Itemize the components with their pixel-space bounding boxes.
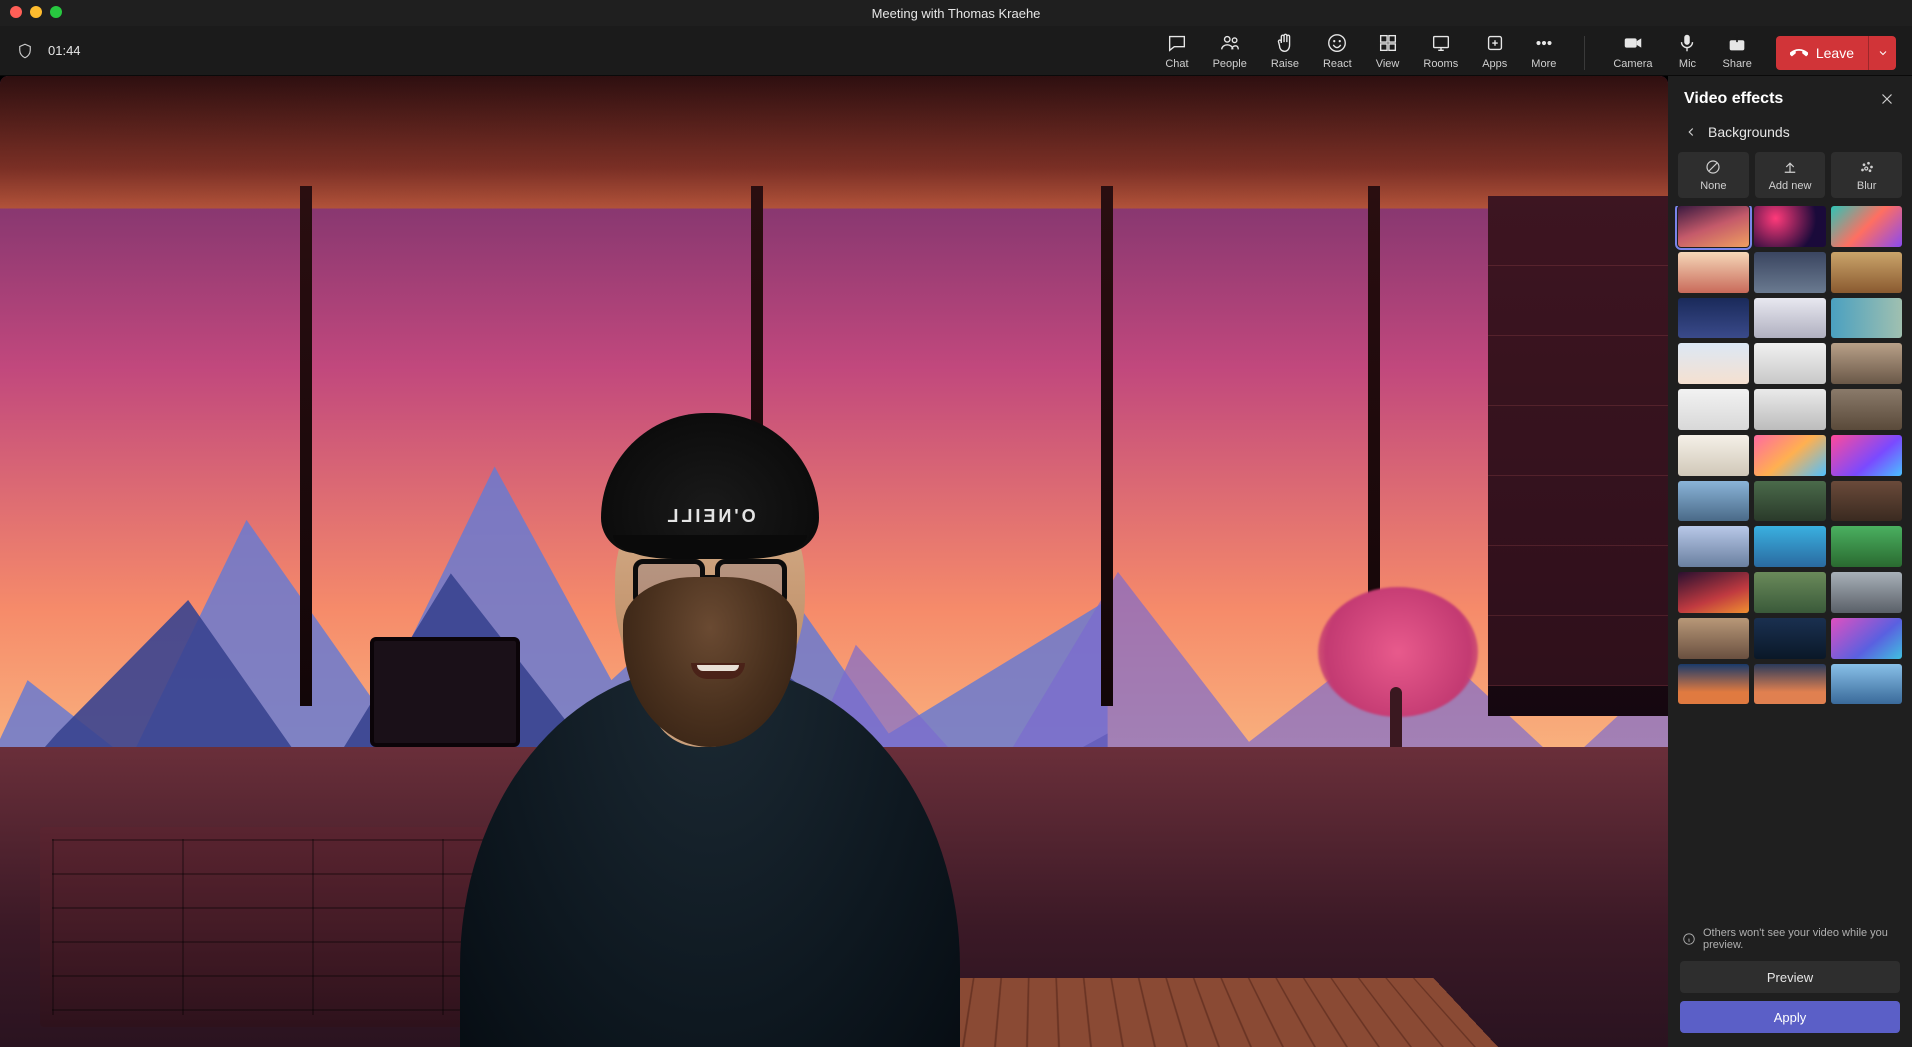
info-icon [1682,932,1696,946]
breadcrumb-back[interactable]: Backgrounds [1668,118,1912,152]
background-thumbnail[interactable] [1831,618,1902,659]
background-none-button[interactable]: None [1678,152,1749,198]
breadcrumb-label: Backgrounds [1708,124,1790,140]
video-stage: O'NEILL [0,76,1668,1047]
background-thumbnail[interactable] [1754,572,1825,613]
people-button[interactable]: People [1213,32,1247,70]
background-thumbnail[interactable] [1678,526,1749,567]
close-panel-button[interactable] [1878,90,1896,108]
background-thumbnail[interactable] [1678,389,1749,430]
shield-icon[interactable] [16,42,34,60]
background-thumbnail[interactable] [1678,252,1749,293]
window-traffic-lights [10,6,62,18]
background-thumbnail[interactable] [1678,435,1749,476]
preview-button[interactable]: Preview [1680,961,1900,993]
rooms-button[interactable]: Rooms [1423,32,1458,70]
background-thumbnail[interactable] [1831,481,1902,522]
background-thumbnail[interactable] [1831,343,1902,384]
meeting-timer: 01:44 [48,43,81,58]
apps-icon [1484,32,1506,54]
background-thumbnail[interactable] [1678,481,1749,522]
video-effects-panel: Video effects Backgrounds None Add new B… [1668,76,1912,1047]
close-window-icon[interactable] [10,6,22,18]
background-thumbnail[interactable] [1678,298,1749,339]
background-thumbnail[interactable] [1678,572,1749,613]
background-thumbnail[interactable] [1831,389,1902,430]
background-thumbnail[interactable] [1754,435,1825,476]
background-thumbnail[interactable] [1678,343,1749,384]
background-thumbnail[interactable] [1831,252,1902,293]
background-thumbnail[interactable] [1678,618,1749,659]
mic-icon [1676,32,1698,54]
background-thumbnail[interactable] [1678,206,1749,247]
window-titlebar: Meeting with Thomas Kraehe [0,0,1912,26]
background-thumbnail[interactable] [1831,298,1902,339]
view-icon [1377,32,1399,54]
chat-button[interactable]: Chat [1165,32,1188,70]
background-thumbnail[interactable] [1754,618,1825,659]
background-add-new-button[interactable]: Add new [1755,152,1826,198]
react-button[interactable]: React [1323,32,1352,70]
apps-button[interactable]: Apps [1482,32,1507,70]
camera-icon [1622,32,1644,54]
apply-button[interactable]: Apply [1680,1001,1900,1033]
toolbar-separator [1584,36,1585,70]
background-thumbnail[interactable] [1831,664,1902,705]
close-icon [1878,90,1896,108]
add-icon [1781,158,1799,176]
more-icon [1533,32,1555,54]
background-thumbnail[interactable] [1831,572,1902,613]
raise-hand-icon [1274,32,1296,54]
react-icon [1326,32,1348,54]
more-button[interactable]: More [1531,32,1556,70]
preview-notice: Others won't see your video while you pr… [1680,925,1900,953]
background-thumbnail[interactable] [1754,343,1825,384]
leave-button[interactable]: Leave [1776,36,1868,70]
background-thumbnail[interactable] [1754,252,1825,293]
maximize-window-icon[interactable] [50,6,62,18]
panel-title: Video effects [1684,90,1783,108]
camera-button[interactable]: Camera [1613,32,1652,70]
leave-label: Leave [1816,45,1854,61]
background-thumbnail[interactable] [1754,389,1825,430]
background-thumbnail[interactable] [1831,526,1902,567]
background-thumbnail[interactable] [1678,664,1749,705]
none-icon [1704,158,1722,176]
background-blur-button[interactable]: Blur [1831,152,1902,198]
rooms-icon [1430,32,1452,54]
meeting-toolbar: 01:44 Chat People Raise React View Rooms [0,26,1912,76]
view-button[interactable]: View [1376,32,1400,70]
chat-icon [1166,32,1188,54]
minimize-window-icon[interactable] [30,6,42,18]
participant-video: O'NEILL [420,407,980,1047]
background-thumbnail[interactable] [1831,435,1902,476]
background-thumbnail-grid [1668,206,1912,917]
background-thumbnail[interactable] [1754,526,1825,567]
background-thumbnail[interactable] [1754,206,1825,247]
chevron-left-icon [1684,125,1698,139]
background-thumbnail[interactable] [1754,664,1825,705]
people-icon [1219,32,1241,54]
raise-hand-button[interactable]: Raise [1271,32,1299,70]
leave-menu-button[interactable] [1868,36,1896,70]
share-icon [1726,32,1748,54]
share-button[interactable]: Share [1722,32,1751,70]
window-title: Meeting with Thomas Kraehe [872,6,1041,21]
mic-button[interactable]: Mic [1676,32,1698,70]
background-thumbnail[interactable] [1754,481,1825,522]
blur-icon [1858,158,1876,176]
background-thumbnail[interactable] [1754,298,1825,339]
background-thumbnail[interactable] [1831,206,1902,247]
cap-logo: O'NEILL [601,506,819,527]
chevron-down-icon [1877,47,1889,59]
